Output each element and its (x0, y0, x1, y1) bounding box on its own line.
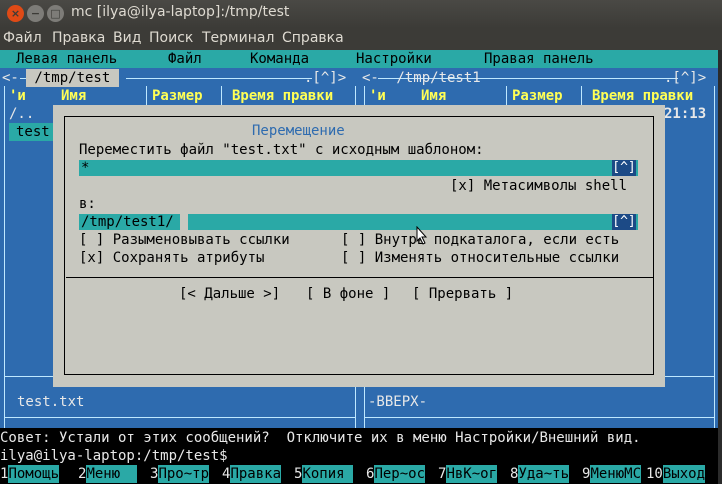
fkey-mkdir[interactable]: 7НвК~ог (438, 465, 498, 483)
terminal-menubar: Файл Правка Вид Поиск Терминал Справка (0, 28, 722, 50)
move-prompt: Переместить файл "test.txt" с исходным ш… (79, 142, 484, 158)
dest-value: /tmp/test1/ (81, 214, 174, 230)
left-panel-path: /tmp/test (26, 69, 119, 87)
dest-input[interactable]: /tmp/test1/ [^] (79, 214, 638, 230)
terminal-scrollbar[interactable] (718, 50, 722, 484)
shell-prompt[interactable]: ilya@ilya-laptop:/tmp/test$ (0, 447, 228, 465)
mc-menu-left-panel[interactable]: Левая панель (16, 50, 117, 68)
left-panel-history-arrow[interactable]: <- (2, 69, 19, 87)
fkey-pulldown[interactable]: 9МенюMC (582, 465, 642, 483)
fkey-menu[interactable]: 2Меню (78, 465, 138, 483)
move-dialog-title: Перемещение (246, 122, 351, 140)
dereference-checkbox[interactable]: [ ] Разыменовывать ссылки (79, 231, 290, 249)
right-panel-footer: -ВВЕРХ- (368, 394, 428, 410)
fkey-view[interactable]: 3Про~тр (150, 465, 210, 483)
dialog-button-divider (66, 277, 654, 278)
window-titlebar: × − □ mc [ilya@ilya-laptop]:/tmp/test (0, 0, 722, 28)
menu-search[interactable]: Поиск (149, 30, 193, 46)
dest-label: в: (79, 196, 96, 212)
fkey-delete[interactable]: 8Уда~ть (510, 465, 570, 483)
dest-history-button[interactable]: [^] (612, 214, 636, 230)
text-cursor (180, 214, 188, 230)
minimize-window-button[interactable]: − (27, 5, 44, 22)
right-col-name[interactable]: Имя (421, 87, 446, 105)
relative-symlinks-checkbox[interactable]: [ ] Изменять относительные ссылки (341, 249, 619, 267)
mc-menu-right-panel[interactable]: Правая панель (484, 50, 594, 68)
fkey-bar: 1Помощь 2Меню 3Про~тр 4Правка 5Копия 6Пе… (0, 465, 718, 484)
shell-patterns-checkbox[interactable]: [x] Метасимволы shell (450, 177, 627, 195)
fkey-move[interactable]: 6Пер~ос (366, 465, 426, 483)
left-row-selected[interactable]: test (9, 123, 54, 141)
menu-view[interactable]: Вид (113, 30, 141, 46)
mc-menu-options[interactable]: Настройки (356, 50, 432, 68)
mc-menubar: Левая панель Файл Команда Настройки Прав… (0, 50, 718, 68)
close-window-button[interactable]: × (7, 5, 24, 22)
fkey-help[interactable]: 1Помощь (0, 465, 60, 483)
fkey-quit[interactable]: 10Выход (646, 465, 706, 483)
preserve-attributes-checkbox[interactable]: [x] Сохранять атрибуты (79, 249, 264, 267)
menu-terminal[interactable]: Терминал (202, 30, 274, 46)
continue-button[interactable]: [< Дальше >] (179, 285, 280, 303)
menu-edit[interactable]: Правка (52, 30, 105, 46)
right-panel-border-right (714, 86, 715, 466)
maximize-window-button[interactable]: □ (47, 5, 64, 22)
right-panel-path: /tmp/test1 (388, 70, 490, 86)
background-button[interactable]: [ В фоне ] (306, 285, 390, 303)
left-row-updir[interactable]: /.. (9, 105, 34, 123)
mc-menu-file[interactable]: Файл (168, 50, 202, 68)
source-mask-value: * (81, 160, 90, 176)
source-history-button[interactable]: [^] (612, 160, 636, 176)
right-panel-history-arrow[interactable]: <- (362, 69, 379, 87)
abort-button[interactable]: [ Прервать ] (412, 285, 513, 303)
menu-file[interactable]: Файл (3, 30, 42, 46)
dive-into-subdir-checkbox[interactable]: [ ] Внутрь подкаталога, если есть (341, 231, 619, 249)
left-col-time[interactable]: Время правки (232, 87, 333, 105)
right-row-time: 21:13 (664, 106, 707, 122)
right-panel-hotlist[interactable]: .[^]> (664, 69, 706, 87)
left-panel-border-top (126, 78, 312, 79)
mc-menu-command[interactable]: Команда (250, 50, 309, 68)
left-col-size[interactable]: Размер (152, 87, 203, 105)
left-panel-footer: test.txt (17, 394, 85, 410)
fkey-edit[interactable]: 4Правка (222, 465, 282, 483)
mouse-pointer-icon (416, 226, 428, 245)
right-col-time[interactable]: Время правки (592, 87, 693, 105)
right-col-size[interactable]: Размер (512, 87, 563, 105)
source-mask-input[interactable]: * [^] (79, 160, 638, 176)
left-col-sort[interactable]: 'и (9, 87, 26, 105)
menu-help[interactable]: Справка (282, 30, 344, 46)
left-col-name[interactable]: Имя (61, 87, 86, 105)
terminal-area[interactable]: Левая панель Файл Команда Настройки Прав… (0, 50, 718, 484)
right-col-sort[interactable]: 'и (369, 87, 386, 105)
left-panel-border-left (4, 86, 5, 466)
hint-line: Совет: Устали от этих сообщений? Отключи… (0, 430, 641, 446)
right-panel-border-bottom (364, 417, 714, 418)
left-panel-hotlist[interactable]: .[^]> (304, 69, 346, 87)
window-title: mc [ilya@ilya-laptop]:/tmp/test (71, 4, 290, 20)
fkey-copy[interactable]: 5Копия (294, 465, 354, 483)
left-panel-border-bottom (4, 417, 355, 418)
